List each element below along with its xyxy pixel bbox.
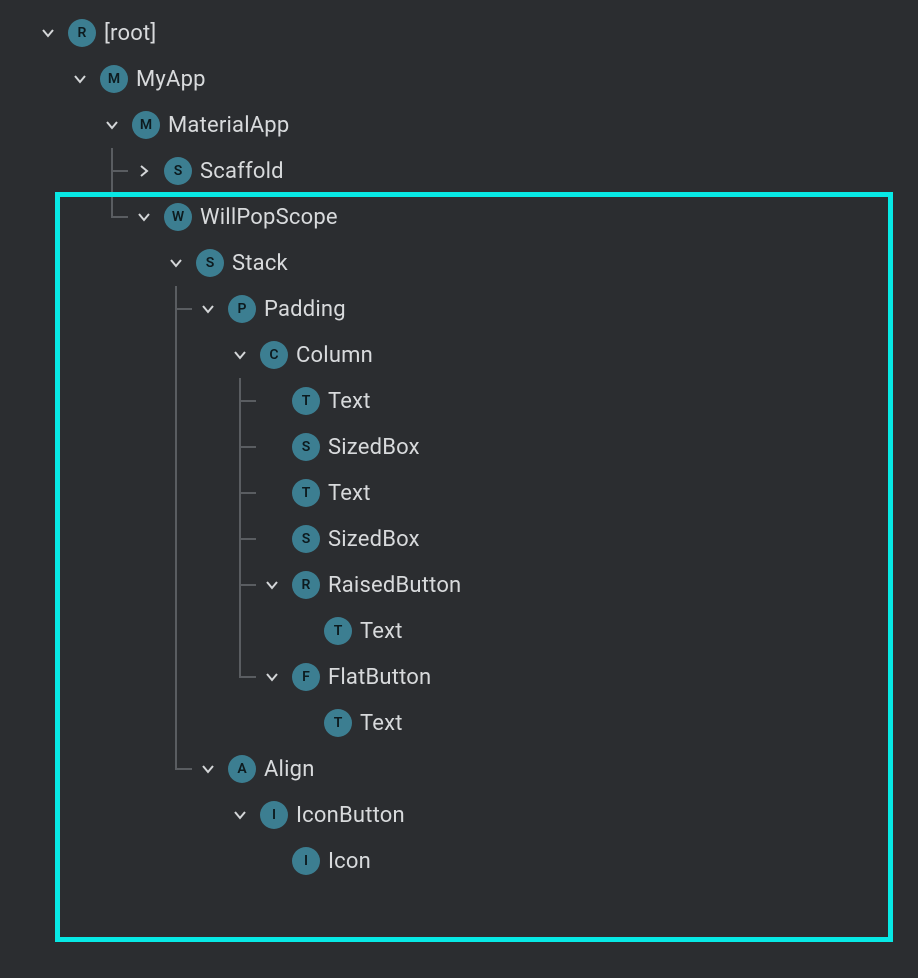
tree-row-stack[interactable]: S Stack	[0, 240, 918, 286]
tree-label: Icon	[328, 849, 371, 874]
tree-row-align[interactable]: A Align	[0, 746, 918, 792]
chevron-down-icon[interactable]	[128, 201, 160, 233]
type-badge: S	[196, 249, 224, 277]
chevron-down-icon[interactable]	[96, 109, 128, 141]
type-badge: M	[132, 111, 160, 139]
type-badge: W	[164, 203, 192, 231]
tree-label: [root]	[104, 21, 156, 46]
tree-row-padding[interactable]: P Padding	[0, 286, 918, 332]
tree-row-column[interactable]: C Column	[0, 332, 918, 378]
tree-row-myapp[interactable]: M MyApp	[0, 56, 918, 102]
type-badge: I	[260, 801, 288, 829]
chevron-down-icon[interactable]	[192, 293, 224, 325]
type-badge: I	[292, 847, 320, 875]
tree-label: Padding	[264, 297, 346, 322]
tree-label: IconButton	[296, 803, 405, 828]
type-badge: T	[324, 617, 352, 645]
type-badge: A	[228, 755, 256, 783]
tree-label: MyApp	[136, 67, 206, 92]
type-badge: F	[292, 663, 320, 691]
tree-row-willpopscope[interactable]: W WillPopScope	[0, 194, 918, 240]
tree-label: RaisedButton	[328, 573, 461, 598]
chevron-down-icon[interactable]	[192, 753, 224, 785]
tree-label: Text	[328, 481, 371, 506]
chevron-down-icon[interactable]	[224, 339, 256, 371]
type-badge: M	[100, 65, 128, 93]
type-badge: S	[292, 433, 320, 461]
chevron-down-icon[interactable]	[256, 661, 288, 693]
tree-label: Scaffold	[200, 159, 284, 184]
tree-row-raisedbutton[interactable]: R RaisedButton	[0, 562, 918, 608]
tree-row-text[interactable]: T Text	[0, 470, 918, 516]
widget-tree[interactable]: R [root] M MyApp M MaterialApp S Scaffol…	[0, 0, 918, 884]
tree-row-icon[interactable]: I Icon	[0, 838, 918, 884]
type-badge: P	[228, 295, 256, 323]
tree-row-sizedbox[interactable]: S SizedBox	[0, 424, 918, 470]
tree-label: MaterialApp	[168, 113, 289, 138]
tree-label: SizedBox	[328, 435, 420, 460]
tree-label: WillPopScope	[200, 205, 338, 230]
tree-row-scaffold[interactable]: S Scaffold	[0, 148, 918, 194]
chevron-down-icon[interactable]	[64, 63, 96, 95]
type-badge: R	[68, 19, 96, 47]
type-badge: S	[292, 525, 320, 553]
tree-row-text[interactable]: T Text	[0, 608, 918, 654]
tree-label: Align	[264, 757, 315, 782]
tree-row-sizedbox[interactable]: S SizedBox	[0, 516, 918, 562]
type-badge: S	[164, 157, 192, 185]
tree-row-root[interactable]: R [root]	[0, 10, 918, 56]
tree-label: SizedBox	[328, 527, 420, 552]
tree-row-text[interactable]: T Text	[0, 700, 918, 746]
tree-label: Column	[296, 343, 373, 368]
tree-row-flatbutton[interactable]: F FlatButton	[0, 654, 918, 700]
tree-row-text[interactable]: T Text	[0, 378, 918, 424]
tree-label: Stack	[232, 251, 288, 276]
tree-row-materialapp[interactable]: M MaterialApp	[0, 102, 918, 148]
tree-label: Text	[360, 619, 403, 644]
chevron-right-icon[interactable]	[128, 155, 160, 187]
tree-label: Text	[328, 389, 371, 414]
chevron-down-icon[interactable]	[32, 17, 64, 49]
chevron-down-icon[interactable]	[224, 799, 256, 831]
chevron-down-icon[interactable]	[160, 247, 192, 279]
tree-label: Text	[360, 711, 403, 736]
chevron-down-icon[interactable]	[256, 569, 288, 601]
type-badge: T	[324, 709, 352, 737]
type-badge: T	[292, 479, 320, 507]
type-badge: T	[292, 387, 320, 415]
tree-label: FlatButton	[328, 665, 431, 690]
type-badge: C	[260, 341, 288, 369]
tree-row-iconbutton[interactable]: I IconButton	[0, 792, 918, 838]
type-badge: R	[292, 571, 320, 599]
